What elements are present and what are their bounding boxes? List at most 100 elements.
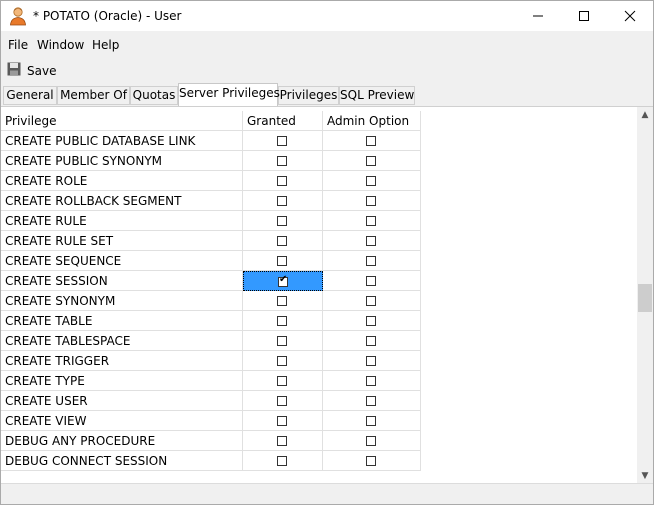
granted-cell[interactable] [243,211,323,231]
granted-checkbox[interactable] [277,316,287,326]
column-header-privilege[interactable]: Privilege [1,111,243,131]
admin-option-checkbox[interactable] [366,396,376,406]
admin-option-checkbox[interactable] [366,416,376,426]
admin-option-checkbox[interactable] [366,216,376,226]
granted-checkbox[interactable] [277,216,287,226]
menu-file[interactable]: File [8,38,28,52]
table-row[interactable]: CREATE ROLE [1,171,421,191]
table-row[interactable]: CREATE PUBLIC DATABASE LINK [1,131,421,151]
admin-option-checkbox[interactable] [366,276,376,286]
tab-server-privileges[interactable]: Server Privileges [178,83,280,106]
scroll-thumb[interactable] [638,284,652,312]
table-row[interactable]: CREATE PUBLIC SYNONYM [1,151,421,171]
maximize-button[interactable] [561,1,607,31]
granted-cell[interactable] [243,431,323,451]
granted-checkbox[interactable] [277,336,287,346]
vertical-scrollbar[interactable]: ▲ ▼ [637,107,653,484]
granted-checkbox[interactable] [277,456,287,466]
admin-option-cell[interactable] [323,131,421,151]
granted-checkbox[interactable] [277,156,287,166]
menu-window[interactable]: Window [37,38,84,52]
minimize-button[interactable] [515,1,561,31]
granted-cell[interactable] [243,151,323,171]
admin-option-checkbox[interactable] [366,456,376,466]
granted-checkbox[interactable]: ✔ [278,275,288,287]
granted-checkbox[interactable] [277,436,287,446]
save-button[interactable]: Save [1,58,57,82]
admin-option-checkbox[interactable] [366,196,376,206]
granted-cell[interactable] [243,191,323,211]
tab-general[interactable]: General [3,86,57,105]
column-header-granted[interactable]: Granted [243,111,323,131]
table-row[interactable]: CREATE TRIGGER [1,351,421,371]
admin-option-checkbox[interactable] [366,336,376,346]
table-row[interactable]: CREATE RULE [1,211,421,231]
granted-cell[interactable] [243,411,323,431]
granted-cell[interactable] [243,451,323,471]
admin-option-checkbox[interactable] [366,436,376,446]
granted-cell[interactable] [243,291,323,311]
granted-checkbox[interactable] [277,396,287,406]
granted-cell[interactable]: ✔ [243,271,323,291]
granted-cell[interactable] [243,171,323,191]
granted-checkbox[interactable] [277,136,287,146]
granted-checkbox[interactable] [277,296,287,306]
table-row[interactable]: CREATE SEQUENCE [1,251,421,271]
admin-option-cell[interactable] [323,151,421,171]
close-button[interactable] [607,1,653,31]
admin-option-cell[interactable] [323,411,421,431]
granted-cell[interactable] [243,251,323,271]
table-row[interactable]: CREATE SYNONYM [1,291,421,311]
admin-option-cell[interactable] [323,391,421,411]
table-row[interactable]: DEBUG CONNECT SESSION [1,451,421,471]
table-row[interactable]: CREATE RULE SET [1,231,421,251]
admin-option-cell[interactable] [323,211,421,231]
tab-member-of[interactable]: Member Of [57,86,130,105]
table-row[interactable]: CREATE VIEW [1,411,421,431]
admin-option-checkbox[interactable] [366,356,376,366]
table-row[interactable]: DEBUG ANY PROCEDURE [1,431,421,451]
granted-checkbox[interactable] [277,196,287,206]
column-header-admin-option[interactable]: Admin Option [323,111,421,131]
tab-quotas[interactable]: Quotas [130,86,178,105]
granted-checkbox[interactable] [277,256,287,266]
admin-option-checkbox[interactable] [366,176,376,186]
menu-help[interactable]: Help [92,38,119,52]
admin-option-cell[interactable] [323,171,421,191]
admin-option-cell[interactable] [323,371,421,391]
admin-option-checkbox[interactable] [366,296,376,306]
admin-option-cell[interactable] [323,271,421,291]
admin-option-cell[interactable] [323,251,421,271]
granted-cell[interactable] [243,371,323,391]
scroll-up-icon[interactable]: ▲ [637,107,653,123]
scroll-down-icon[interactable]: ▼ [637,468,653,484]
table-row[interactable]: CREATE TYPE [1,371,421,391]
granted-cell[interactable] [243,331,323,351]
granted-checkbox[interactable] [277,376,287,386]
granted-cell[interactable] [243,351,323,371]
granted-cell[interactable] [243,231,323,251]
tab-sql-preview[interactable]: SQL Preview [339,86,415,105]
granted-checkbox[interactable] [277,236,287,246]
tab-privileges[interactable]: Privileges [278,86,339,105]
granted-cell[interactable] [243,311,323,331]
table-row[interactable]: CREATE ROLLBACK SEGMENT [1,191,421,211]
granted-checkbox[interactable] [277,356,287,366]
admin-option-cell[interactable] [323,331,421,351]
admin-option-checkbox[interactable] [366,316,376,326]
admin-option-cell[interactable] [323,311,421,331]
admin-option-checkbox[interactable] [366,156,376,166]
admin-option-checkbox[interactable] [366,376,376,386]
admin-option-cell[interactable] [323,351,421,371]
admin-option-checkbox[interactable] [366,236,376,246]
admin-option-cell[interactable] [323,451,421,471]
table-row[interactable]: CREATE TABLE [1,311,421,331]
table-row[interactable]: CREATE USER [1,391,421,411]
admin-option-cell[interactable] [323,191,421,211]
table-row[interactable]: CREATE TABLESPACE [1,331,421,351]
granted-checkbox[interactable] [277,416,287,426]
admin-option-cell[interactable] [323,431,421,451]
admin-option-cell[interactable] [323,231,421,251]
granted-cell[interactable] [243,391,323,411]
admin-option-checkbox[interactable] [366,256,376,266]
